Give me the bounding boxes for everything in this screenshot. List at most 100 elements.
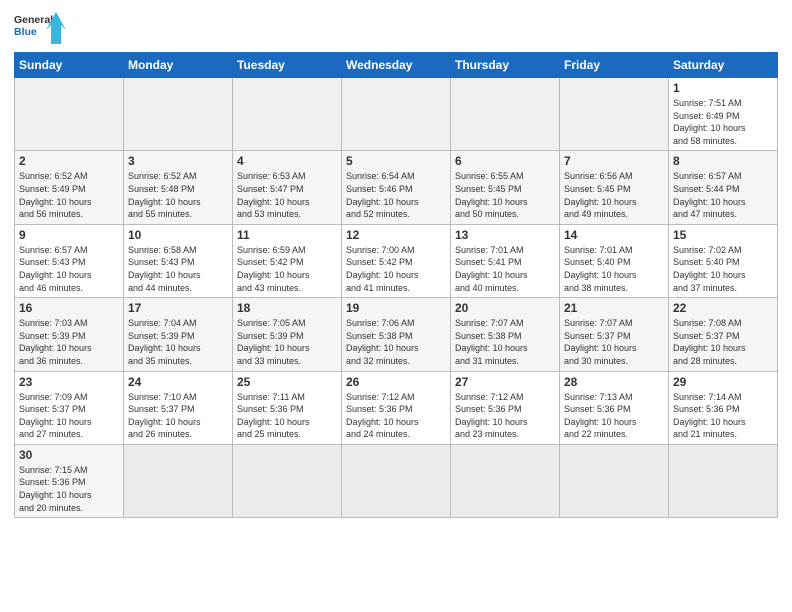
calendar-cell: 19 Sunrise: 7:06 AMSunset: 5:38 PMDayligh… — [342, 298, 451, 371]
calendar-cell: 18 Sunrise: 7:05 AMSunset: 5:39 PMDayligh… — [233, 298, 342, 371]
day-number: 28 — [564, 375, 664, 389]
day-info: Sunrise: 7:13 AMSunset: 5:36 PMDaylight:… — [564, 391, 664, 441]
weekday-header-saturday: Saturday — [669, 53, 778, 78]
svg-text:Blue: Blue — [14, 26, 37, 38]
calendar-cell — [560, 78, 669, 151]
calendar-cell: 20Sunrise: 7:07 AMSunset: 5:38 PMDayligh… — [451, 298, 560, 371]
calendar-cell: 21Sunrise: 7:07 AMSunset: 5:37 PMDayligh… — [560, 298, 669, 371]
day-info: Sunrise: 7:07 AMSunset: 5:38 PMDaylight:… — [455, 317, 555, 367]
calendar-cell — [124, 444, 233, 517]
calendar-page: General Blue SundayMondayTuesdayWednesda… — [0, 0, 792, 612]
calendar-cell — [451, 78, 560, 151]
day-number: 27 — [455, 375, 555, 389]
svg-text:General: General — [14, 14, 53, 26]
day-info: Sunrise: 7:09 AMSunset: 5:37 PMDaylight:… — [19, 391, 119, 441]
day-info: Sunrise: 7:01 AMSunset: 5:41 PMDaylight:… — [455, 244, 555, 294]
day-number: 24 — [128, 375, 228, 389]
weekday-header-wednesday: Wednesday — [342, 53, 451, 78]
day-number: 7 — [564, 154, 664, 168]
day-info: Sunrise: 7:02 AMSunset: 5:40 PMDaylight:… — [673, 244, 773, 294]
calendar-cell: 5 Sunrise: 6:54 AMSunset: 5:46 PMDaylight… — [342, 151, 451, 224]
day-info: Sunrise: 6:54 AMSunset: 5:46 PMDaylight:… — [346, 170, 446, 220]
calendar-cell: 3 Sunrise: 6:52 AMSunset: 5:48 PMDaylight… — [124, 151, 233, 224]
calendar-week-row: 2Sunrise: 6:52 AMSunset: 5:49 PMDaylight… — [15, 151, 778, 224]
day-info: Sunrise: 7:11 AMSunset: 5:36 PMDaylight:… — [237, 391, 337, 441]
day-number: 18 — [237, 301, 337, 315]
calendar-cell: 13 Sunrise: 7:01 AMSunset: 5:41 PMDayligh… — [451, 224, 560, 297]
day-info: Sunrise: 7:05 AMSunset: 5:39 PMDaylight:… — [237, 317, 337, 367]
calendar-cell: 6Sunrise: 6:55 AMSunset: 5:45 PMDaylight… — [451, 151, 560, 224]
day-number: 2 — [19, 154, 119, 168]
day-info: Sunrise: 6:55 AMSunset: 5:45 PMDaylight:… — [455, 170, 555, 220]
calendar-cell — [342, 78, 451, 151]
day-info: Sunrise: 6:58 AMSunset: 5:43 PMDaylight:… — [128, 244, 228, 294]
day-number: 1 — [673, 81, 773, 95]
day-number: 17 — [128, 301, 228, 315]
day-number: 21 — [564, 301, 664, 315]
header: General Blue — [14, 10, 778, 46]
calendar-cell: 8 Sunrise: 6:57 AMSunset: 5:44 PMDaylight… — [669, 151, 778, 224]
calendar-cell: 11 Sunrise: 6:59 AMSunset: 5:42 PMDayligh… — [233, 224, 342, 297]
weekday-header-thursday: Thursday — [451, 53, 560, 78]
calendar-week-row: 1 Sunrise: 7:51 AMSunset: 6:49 PMDaylight… — [15, 78, 778, 151]
calendar-cell — [233, 444, 342, 517]
calendar-table: SundayMondayTuesdayWednesdayThursdayFrid… — [14, 52, 778, 518]
day-number: 22 — [673, 301, 773, 315]
calendar-week-row: 9Sunrise: 6:57 AMSunset: 5:43 PMDaylight… — [15, 224, 778, 297]
calendar-cell: 25 Sunrise: 7:11 AMSunset: 5:36 PMDayligh… — [233, 371, 342, 444]
calendar-cell: 15 Sunrise: 7:02 AMSunset: 5:40 PMDayligh… — [669, 224, 778, 297]
calendar-cell — [451, 444, 560, 517]
day-number: 25 — [237, 375, 337, 389]
calendar-cell: 1 Sunrise: 7:51 AMSunset: 6:49 PMDaylight… — [669, 78, 778, 151]
calendar-cell: 16Sunrise: 7:03 AMSunset: 5:39 PMDayligh… — [15, 298, 124, 371]
day-number: 11 — [237, 228, 337, 242]
day-info: Sunrise: 7:04 AMSunset: 5:39 PMDaylight:… — [128, 317, 228, 367]
day-number: 8 — [673, 154, 773, 168]
day-number: 19 — [346, 301, 446, 315]
day-info: Sunrise: 6:56 AMSunset: 5:45 PMDaylight:… — [564, 170, 664, 220]
day-number: 5 — [346, 154, 446, 168]
day-info: Sunrise: 6:52 AMSunset: 5:48 PMDaylight:… — [128, 170, 228, 220]
calendar-cell — [15, 78, 124, 151]
day-number: 13 — [455, 228, 555, 242]
calendar-cell: 27 Sunrise: 7:12 AMSunset: 5:36 PMDayligh… — [451, 371, 560, 444]
calendar-cell: 10Sunrise: 6:58 AMSunset: 5:43 PMDayligh… — [124, 224, 233, 297]
day-info: Sunrise: 6:53 AMSunset: 5:47 PMDaylight:… — [237, 170, 337, 220]
day-info: Sunrise: 7:00 AMSunset: 5:42 PMDaylight:… — [346, 244, 446, 294]
calendar-cell — [669, 444, 778, 517]
calendar-cell: 23 Sunrise: 7:09 AMSunset: 5:37 PMDayligh… — [15, 371, 124, 444]
calendar-cell: 30 Sunrise: 7:15 AMSunset: 5:36 PMDayligh… — [15, 444, 124, 517]
calendar-cell: 12 Sunrise: 7:00 AMSunset: 5:42 PMDayligh… — [342, 224, 451, 297]
day-info: Sunrise: 7:12 AMSunset: 5:36 PMDaylight:… — [455, 391, 555, 441]
day-number: 15 — [673, 228, 773, 242]
calendar-week-row: 30 Sunrise: 7:15 AMSunset: 5:36 PMDayligh… — [15, 444, 778, 517]
calendar-cell: 26 Sunrise: 7:12 AMSunset: 5:36 PMDayligh… — [342, 371, 451, 444]
day-number: 12 — [346, 228, 446, 242]
weekday-header-tuesday: Tuesday — [233, 53, 342, 78]
day-number: 3 — [128, 154, 228, 168]
day-number: 29 — [673, 375, 773, 389]
calendar-cell: 4 Sunrise: 6:53 AMSunset: 5:47 PMDaylight… — [233, 151, 342, 224]
day-number: 23 — [19, 375, 119, 389]
day-info: Sunrise: 6:57 AMSunset: 5:44 PMDaylight:… — [673, 170, 773, 220]
calendar-cell: 22 Sunrise: 7:08 AMSunset: 5:37 PMDayligh… — [669, 298, 778, 371]
day-number: 30 — [19, 448, 119, 462]
day-info: Sunrise: 7:08 AMSunset: 5:37 PMDaylight:… — [673, 317, 773, 367]
calendar-cell: 2Sunrise: 6:52 AMSunset: 5:49 PMDaylight… — [15, 151, 124, 224]
calendar-cell: 29Sunrise: 7:14 AMSunset: 5:36 PMDayligh… — [669, 371, 778, 444]
day-info: Sunrise: 7:12 AMSunset: 5:36 PMDaylight:… — [346, 391, 446, 441]
calendar-cell: 7 Sunrise: 6:56 AMSunset: 5:45 PMDaylight… — [560, 151, 669, 224]
calendar-cell: 14Sunrise: 7:01 AMSunset: 5:40 PMDayligh… — [560, 224, 669, 297]
day-info: Sunrise: 7:10 AMSunset: 5:37 PMDaylight:… — [128, 391, 228, 441]
calendar-week-row: 23 Sunrise: 7:09 AMSunset: 5:37 PMDayligh… — [15, 371, 778, 444]
day-number: 4 — [237, 154, 337, 168]
day-info: Sunrise: 7:06 AMSunset: 5:38 PMDaylight:… — [346, 317, 446, 367]
calendar-cell — [124, 78, 233, 151]
day-info: Sunrise: 7:51 AMSunset: 6:49 PMDaylight:… — [673, 97, 773, 147]
day-number: 26 — [346, 375, 446, 389]
logo: General Blue — [14, 10, 66, 46]
day-info: Sunrise: 7:15 AMSunset: 5:36 PMDaylight:… — [19, 464, 119, 514]
calendar-cell — [560, 444, 669, 517]
day-info: Sunrise: 6:59 AMSunset: 5:42 PMDaylight:… — [237, 244, 337, 294]
weekday-header-monday: Monday — [124, 53, 233, 78]
